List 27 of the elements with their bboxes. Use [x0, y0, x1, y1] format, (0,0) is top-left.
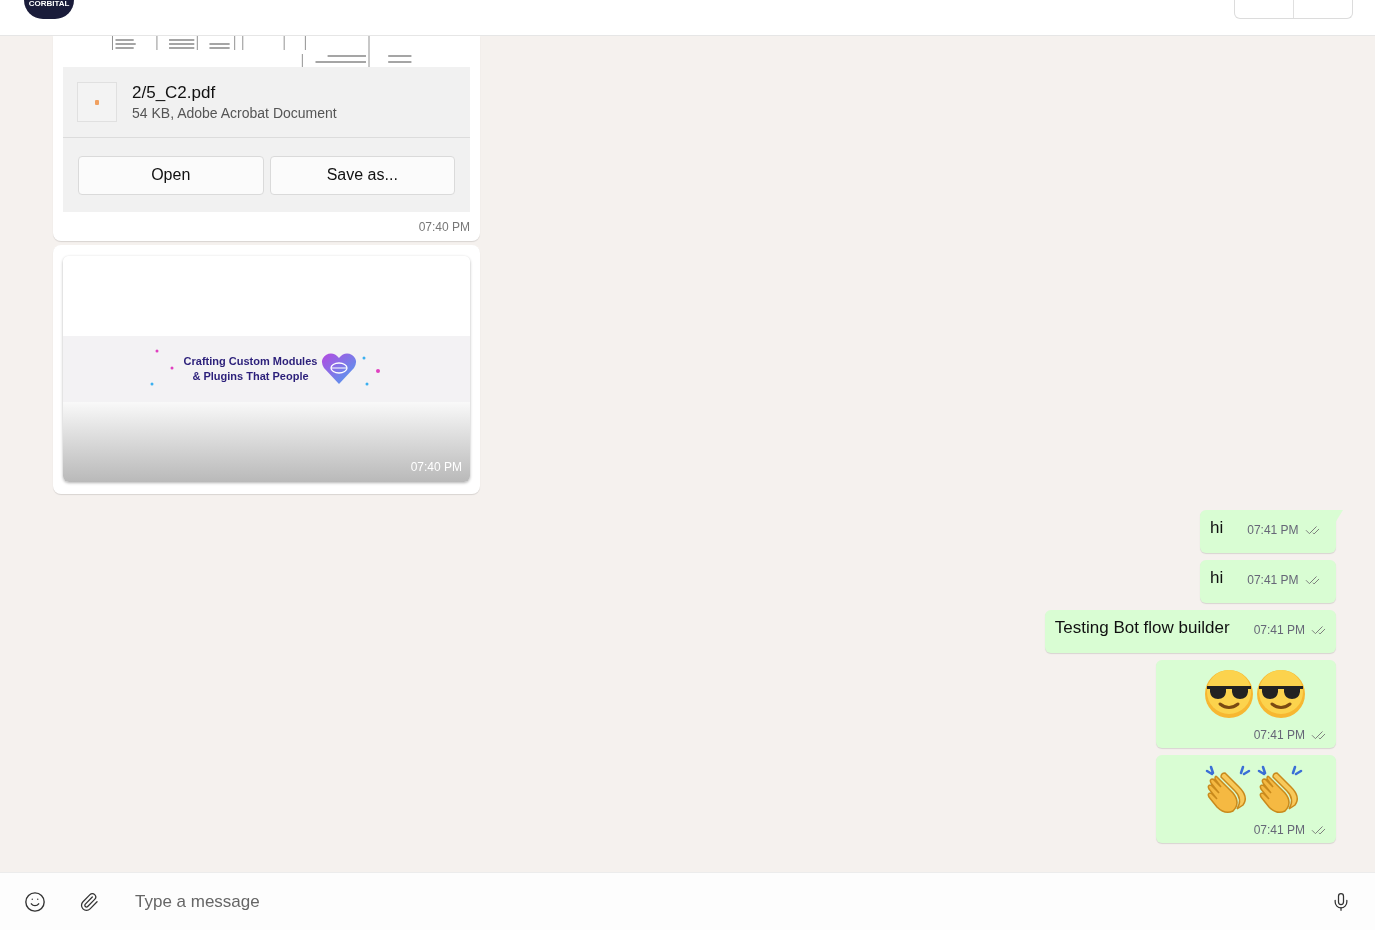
file-details: 54 KB, Adobe Acrobat Document	[132, 104, 337, 122]
message-composer-field[interactable]: Type a message	[0, 872, 1375, 930]
message-time: 07:41 PM	[1253, 822, 1305, 839]
sunglasses-face-icon	[1203, 668, 1255, 720]
logo-text: CORBITAL	[28, 0, 70, 8]
pdf-file-icon	[77, 82, 117, 122]
sunglasses-face-icon	[1255, 668, 1307, 720]
message-text: hi	[1210, 517, 1224, 539]
file-action-button[interactable]: Save as...	[269, 155, 455, 195]
message-time: 07:40 PM	[418, 218, 470, 236]
smiley-icon	[24, 890, 46, 913]
paperclip-icon	[79, 891, 99, 912]
message-time: 07:41 PM	[1247, 522, 1299, 539]
banner-text: & Plugins That People	[192, 369, 309, 384]
message-text: hi	[1210, 567, 1224, 589]
emoji-button[interactable]	[24, 890, 46, 913]
message-time: 07:41 PM	[1247, 572, 1299, 589]
link-preview-image[interactable]: Crafting Custom Modules & Plugins That People 07:40 PM	[63, 256, 470, 482]
file-action-button[interactable]: Open	[78, 155, 264, 195]
attach-button[interactable]	[79, 891, 99, 912]
banner-text: Crafting Custom Modules	[183, 354, 318, 369]
message-time: 07:40 PM	[410, 459, 462, 476]
message-time: 07:41 PM	[1253, 622, 1305, 639]
message-time: 07:41 PM	[1253, 727, 1305, 744]
file-name: 2/5_C2.pdf	[132, 82, 217, 104]
heart-globe-icon	[321, 352, 358, 386]
message-text: Testing Bot flow builder	[1054, 617, 1230, 639]
